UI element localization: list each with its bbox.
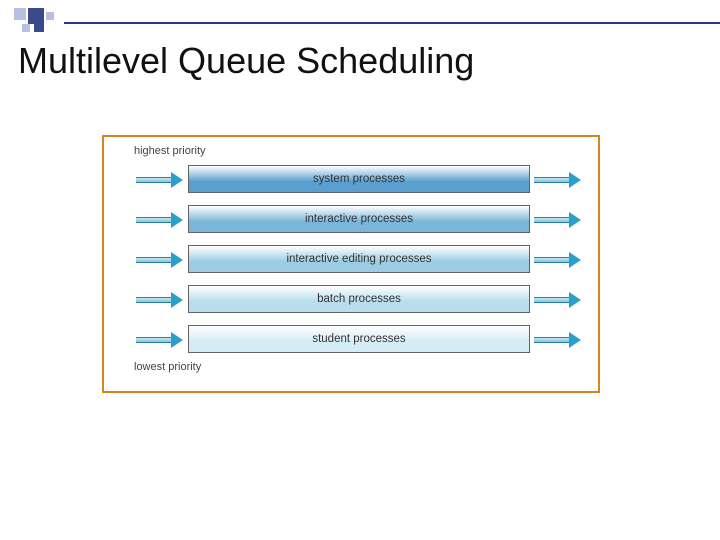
arrow-in-icon <box>136 291 184 307</box>
queue-box: system processes <box>188 165 530 193</box>
lowest-priority-label: lowest priority <box>134 361 586 373</box>
highest-priority-label: highest priority <box>134 145 586 157</box>
arrow-in-icon <box>136 171 184 187</box>
diagram-frame: highest priority system processes interac… <box>102 135 600 393</box>
queue-row: student processes <box>116 321 586 357</box>
arrow-in-icon <box>136 251 184 267</box>
queue-box: batch processes <box>188 285 530 313</box>
arrow-out-icon <box>534 251 582 267</box>
queue-box: student processes <box>188 325 530 353</box>
arrow-in-icon <box>136 331 184 347</box>
queue-box: interactive editing processes <box>188 245 530 273</box>
corner-deco-icon <box>14 8 64 36</box>
arrow-out-icon <box>534 171 582 187</box>
queue-row: batch processes <box>116 281 586 317</box>
slide-title: Multilevel Queue Scheduling <box>18 40 474 82</box>
queue-row: interactive editing processes <box>116 241 586 277</box>
arrow-out-icon <box>534 291 582 307</box>
queue-row: system processes <box>116 161 586 197</box>
queue-box: interactive processes <box>188 205 530 233</box>
arrow-out-icon <box>534 331 582 347</box>
arrow-in-icon <box>136 211 184 227</box>
header-rule <box>64 22 720 24</box>
arrow-out-icon <box>534 211 582 227</box>
queue-row: interactive processes <box>116 201 586 237</box>
